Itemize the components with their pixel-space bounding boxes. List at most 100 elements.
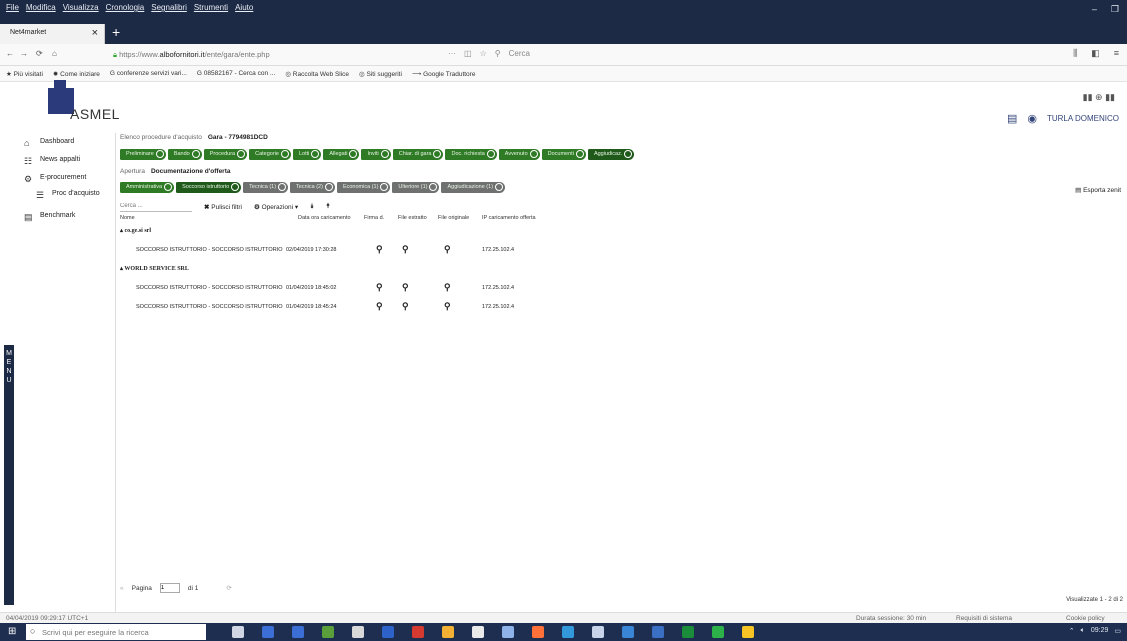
more-icon[interactable]: ···: [448, 49, 456, 58]
filter-input[interactable]: [120, 201, 192, 212]
original-file-search-icon[interactable]: ⚲: [444, 244, 451, 255]
hamburger-icon[interactable]: ≡: [1114, 48, 1119, 59]
sidebar-item-dashboard[interactable]: ⌂ Dashboard: [18, 138, 116, 152]
menu-item[interactable]: Strumenti: [194, 3, 228, 12]
step-tab[interactable]: Aggiudicaz.: [587, 149, 635, 160]
clock[interactable]: 09:29: [1091, 627, 1109, 635]
taskbar-search[interactable]: ○ Scrivi qui per eseguire la ricerca: [26, 624, 206, 640]
search-field[interactable]: Cerca: [509, 49, 530, 58]
menu-item[interactable]: Visualizza: [63, 3, 99, 12]
column-header[interactable]: Nome: [120, 215, 135, 221]
step-tab[interactable]: Documenti: [541, 149, 586, 160]
url-bar[interactable]: 🔒︎ https://www.albofornitori.it/ente/gar…: [105, 47, 435, 62]
original-file-search-icon[interactable]: ⚲: [444, 301, 451, 312]
sidebar-item-proc-d-acquisto[interactable]: ☰ Proc d'acquisto: [18, 190, 116, 204]
operations-button[interactable]: ⚙ Operazioni ▾: [254, 203, 298, 211]
group-header[interactable]: ▴ co.ge.si srl: [120, 227, 151, 234]
step-tab[interactable]: Procedura: [203, 149, 248, 160]
language-flags-icon[interactable]: ▮▮ ⊕ ▮▮: [1083, 92, 1115, 103]
export-button[interactable]: ▤ Esporta zenit: [1075, 186, 1121, 194]
step-tab[interactable]: Tecnica (1): [243, 182, 289, 193]
sidebar-item-e-procurement[interactable]: ⚙ E-procurement: [18, 174, 116, 188]
taskbar-app-icon[interactable]: [232, 626, 244, 638]
prev-page-icon[interactable]: «: [120, 585, 124, 592]
pocket-icon[interactable]: ◫: [464, 49, 472, 58]
extracted-file-search-icon[interactable]: ⚲: [402, 301, 409, 312]
signature-search-icon[interactable]: ⚲: [376, 244, 383, 255]
back-icon[interactable]: ←: [6, 49, 14, 58]
original-file-search-icon[interactable]: ⚲: [444, 282, 451, 293]
menu-item[interactable]: File: [6, 3, 19, 12]
step-tab[interactable]: Categorie: [249, 149, 291, 160]
step-tab[interactable]: Amministrativa: [120, 182, 175, 193]
cookie-policy-link[interactable]: Cookie policy: [1066, 615, 1105, 622]
network-icon[interactable]: ⌃: [1069, 627, 1075, 635]
taskbar-app-icon[interactable]: [622, 626, 634, 638]
taskbar-app-icon[interactable]: [442, 626, 454, 638]
table-row[interactable]: SOCCORSO ISTRUTTORIO - SOCCORSO ISTRUTTO…: [136, 301, 556, 314]
taskbar-app-icon[interactable]: [352, 626, 364, 638]
signature-search-icon[interactable]: ⚲: [376, 301, 383, 312]
sidebar-item-news-appalti[interactable]: ☷ News appalti: [18, 156, 116, 170]
windows-start-icon[interactable]: ⊞: [8, 626, 16, 637]
menu-strip[interactable]: MENU: [4, 345, 14, 605]
step-tab[interactable]: Preliminare: [120, 149, 166, 160]
step-tab[interactable]: Tecnica (2): [290, 182, 335, 193]
taskbar-app-icon[interactable]: [322, 626, 334, 638]
extracted-file-search-icon[interactable]: ⚲: [402, 244, 409, 255]
step-tab[interactable]: Lotti: [292, 149, 322, 160]
extracted-file-search-icon[interactable]: ⚲: [402, 282, 409, 293]
step-tab[interactable]: Avvenuto: [498, 149, 540, 160]
menu-item[interactable]: Modifica: [26, 3, 56, 12]
browser-tab[interactable]: Net4market ×: [0, 24, 105, 44]
bookmark-item[interactable]: ⟶ Google Traduttore: [412, 70, 476, 81]
taskbar-app-icon[interactable]: [472, 626, 484, 638]
column-header[interactable]: File originale: [438, 215, 469, 221]
bookmark-item[interactable]: ◎ Siti suggeriti: [359, 70, 402, 81]
group-header[interactable]: ▴ WORLD SERVICE SRL: [120, 265, 189, 272]
notification-icon[interactable]: ▭: [1114, 627, 1121, 635]
taskbar-app-icon[interactable]: [712, 626, 724, 638]
column-header[interactable]: Firma d.: [364, 215, 384, 221]
menu-item[interactable]: Cronologia: [106, 3, 145, 12]
maximize-icon[interactable]: ❐: [1111, 4, 1119, 15]
breadcrumb-item[interactable]: Elenco procedure d'acquisto: [120, 134, 202, 141]
column-header[interactable]: Data ora caricamento: [298, 215, 351, 221]
breadcrumb-item[interactable]: Apertura: [120, 168, 145, 175]
library-icon[interactable]: ⫼: [1073, 48, 1077, 59]
step-tab[interactable]: Bando: [167, 149, 202, 160]
system-requirements-link[interactable]: Requisiti di sistema: [956, 615, 1012, 622]
volume-icon[interactable]: 🔈︎: [1081, 627, 1085, 635]
expand-icon[interactable]: ⯯: [310, 203, 314, 211]
signature-search-icon[interactable]: ⚲: [376, 282, 383, 293]
taskbar-app-icon[interactable]: [652, 626, 664, 638]
taskbar-app-icon[interactable]: [412, 626, 424, 638]
step-tab[interactable]: Inviti: [361, 149, 391, 160]
step-tab[interactable]: Soccorso istruttorio: [176, 182, 242, 193]
taskbar-app-icon[interactable]: [562, 626, 574, 638]
bookmark-item[interactable]: ★ Più visitati: [6, 70, 43, 81]
step-tab[interactable]: Economica (1): [336, 182, 391, 193]
star-icon[interactable]: ☆: [480, 49, 487, 58]
column-header[interactable]: IP caricamento offerta: [482, 215, 536, 221]
document-icon[interactable]: ▤: [1007, 112, 1017, 125]
bookmark-item[interactable]: ◎ Raccolta Web Slice: [285, 70, 349, 81]
sidebar-item-benchmark[interactable]: ▤ Benchmark: [18, 212, 116, 226]
bookmark-item[interactable]: G conferenze servizi vari...: [110, 70, 187, 81]
menu-item[interactable]: Segnalibri: [151, 3, 187, 12]
home-icon[interactable]: ⌂: [52, 49, 57, 58]
minimize-icon[interactable]: –: [1092, 4, 1097, 15]
close-icon[interactable]: ×: [92, 27, 98, 39]
taskbar-app-icon[interactable]: [382, 626, 394, 638]
forward-icon[interactable]: →: [20, 49, 28, 58]
table-row[interactable]: SOCCORSO ISTRUTTORIO - SOCCORSO ISTRUTTO…: [136, 282, 556, 295]
clear-filters-button[interactable]: ✖ Pulisci filtri: [204, 203, 242, 211]
taskbar-app-icon[interactable]: [292, 626, 304, 638]
menu-item[interactable]: Aiuto: [235, 3, 253, 12]
user-name[interactable]: TURLA DOMENICO: [1047, 114, 1119, 123]
step-tab[interactable]: Allegati: [323, 149, 360, 160]
taskbar-app-icon[interactable]: [742, 626, 754, 638]
reload-icon[interactable]: ⟳: [36, 49, 43, 58]
taskbar-app-icon[interactable]: [502, 626, 514, 638]
step-tab[interactable]: Chiar. di gara: [392, 149, 444, 160]
